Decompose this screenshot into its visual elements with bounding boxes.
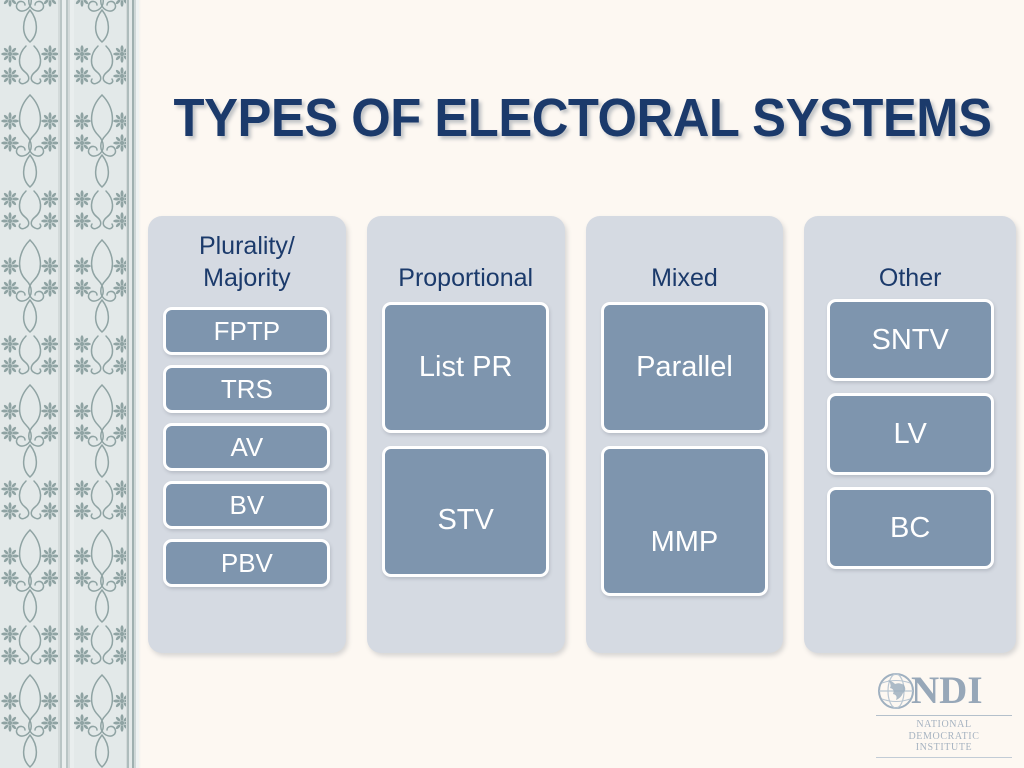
- item-list: FPTP TRS AV BV PBV: [158, 294, 336, 653]
- ndi-acronym: NDI: [911, 669, 983, 712]
- ndi-divider-bottom: [876, 756, 1012, 758]
- system-item-trs[interactable]: TRS: [163, 365, 331, 413]
- system-item-list-pr[interactable]: List PR: [382, 302, 550, 433]
- category-header-line1: Plurality/: [198, 232, 295, 260]
- category-header: Plurality/ Majority: [158, 216, 336, 294]
- category-header-line2: Majority: [203, 264, 291, 292]
- category-column-mixed[interactable]: Mixed Parallel MMP: [585, 216, 784, 653]
- ndi-line-institute: INSTITUTE: [915, 742, 973, 753]
- ndi-logo-top: NDI: [874, 668, 1014, 714]
- system-item-stv[interactable]: STV: [382, 446, 550, 577]
- ndi-logo: NDI NATIONAL DEMOCRATIC INSTITUTE: [874, 668, 1014, 758]
- system-item-bc[interactable]: BC: [826, 487, 994, 569]
- system-item-parallel[interactable]: Parallel: [600, 302, 768, 433]
- ornament-panel-left: [0, 0, 60, 768]
- system-item-bv[interactable]: BV: [163, 481, 331, 529]
- ndi-divider-top: [876, 715, 1012, 716]
- item-list: SNTV LV BC: [814, 294, 1006, 653]
- category-column-plurality-majority[interactable]: Plurality/ Majority FPTP TRS AV BV PBV: [148, 216, 346, 653]
- system-item-av[interactable]: AV: [163, 423, 331, 471]
- category-header-line1: Other: [878, 264, 942, 292]
- ornament-pattern-icon: [0, 0, 60, 768]
- item-list: Parallel MMP: [596, 294, 774, 653]
- system-item-pbv[interactable]: PBV: [163, 539, 331, 587]
- ndi-line-national: NATIONAL: [916, 719, 972, 730]
- decorative-left-border: [0, 0, 141, 768]
- system-item-mmp[interactable]: MMP: [600, 446, 768, 596]
- system-item-fptp[interactable]: FPTP: [163, 307, 331, 355]
- ornament-panel-right: [72, 0, 132, 768]
- border-stripe-inner: [58, 0, 74, 768]
- item-list: List PR STV: [377, 294, 555, 653]
- system-item-lv[interactable]: LV: [826, 393, 994, 475]
- category-header-line1: Mixed: [651, 264, 718, 292]
- system-item-sntv[interactable]: SNTV: [826, 299, 994, 381]
- category-header: Proportional: [377, 216, 555, 294]
- category-column-proportional[interactable]: Proportional List PR STV: [366, 216, 565, 653]
- ndi-line-democratic: DEMOCRATIC: [908, 730, 980, 742]
- category-header-line1: Proportional: [398, 264, 534, 292]
- page-title: TYPES OF ELECTORAL SYSTEMS: [173, 88, 992, 148]
- category-header: Other: [814, 216, 1006, 294]
- border-edge: [139, 0, 141, 768]
- category-header: Mixed: [596, 216, 774, 294]
- category-column-other[interactable]: Other SNTV LV BC: [804, 216, 1017, 653]
- ornament-pattern-icon: [72, 0, 132, 768]
- globe-icon: [878, 673, 914, 709]
- slide: TYPES OF ELECTORAL SYSTEMS Plurality/ Ma…: [0, 0, 1024, 768]
- electoral-systems-columns: Plurality/ Majority FPTP TRS AV BV PBV P…: [148, 216, 1017, 653]
